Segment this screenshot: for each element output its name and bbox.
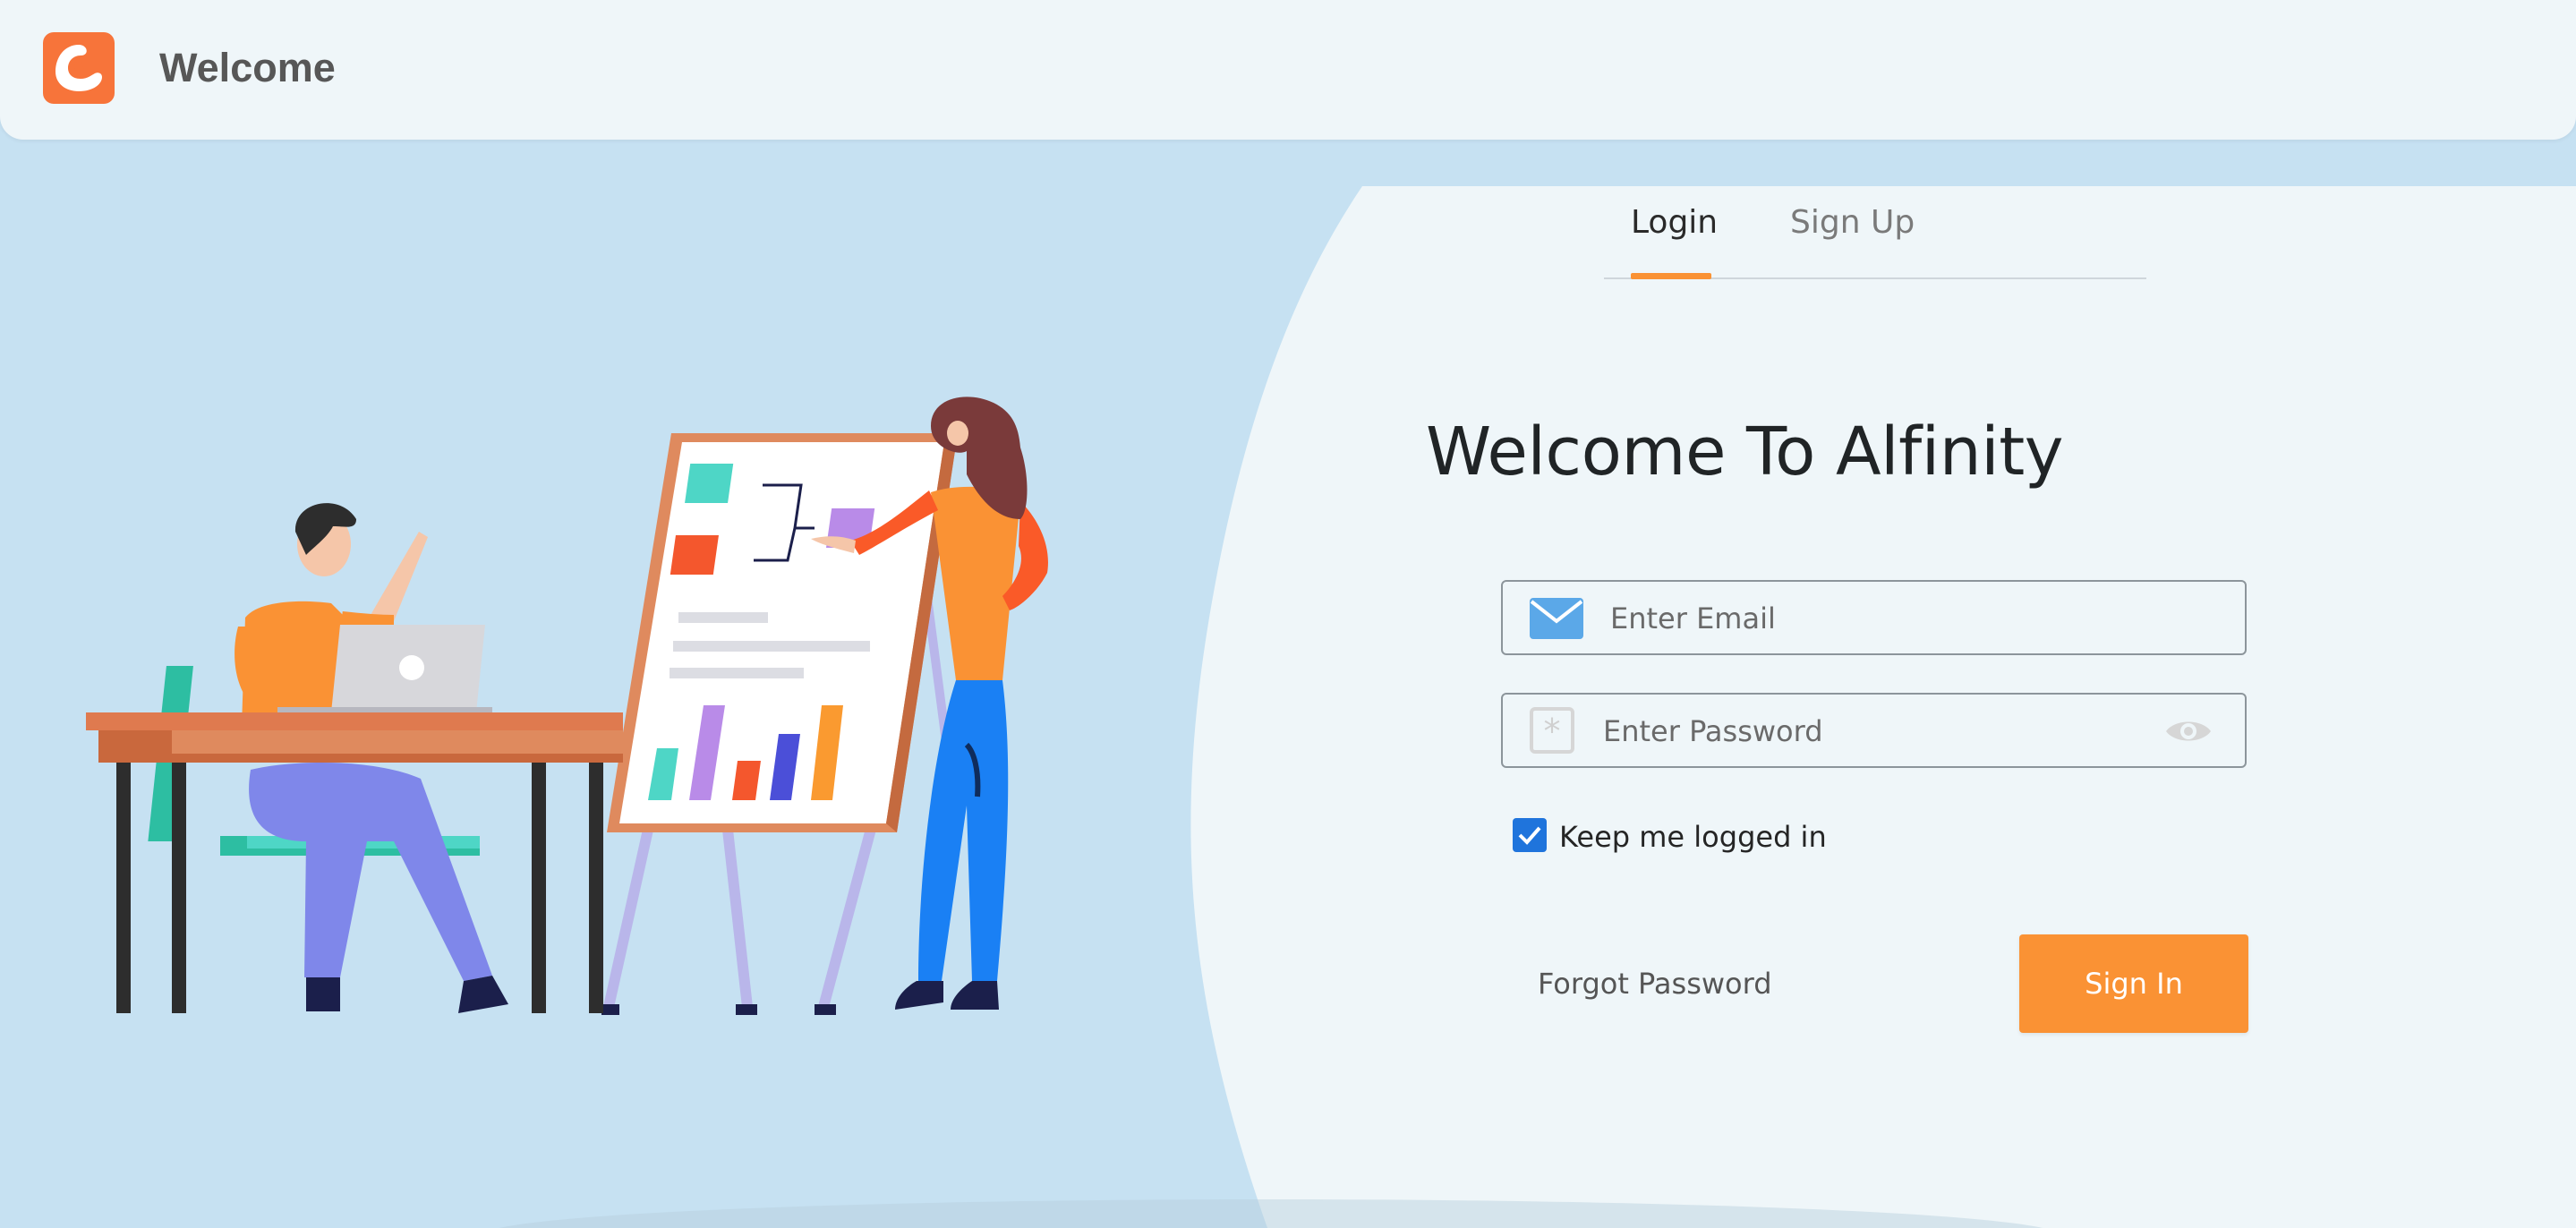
keep-logged-in-label: Keep me logged in bbox=[1559, 820, 1827, 854]
email-field bbox=[1501, 580, 2247, 655]
sign-in-button[interactable]: Sign In bbox=[2019, 934, 2248, 1033]
svg-text:*: * bbox=[1544, 712, 1561, 751]
checkmark-icon bbox=[1518, 826, 1541, 845]
auth-tabs: Login Sign Up bbox=[1604, 197, 2146, 279]
welcome-heading: Welcome To Alfinity bbox=[1426, 414, 2064, 490]
email-input[interactable] bbox=[1608, 593, 2113, 644]
alfinity-logo-icon[interactable] bbox=[43, 32, 115, 104]
tab-sign-up[interactable]: Sign Up bbox=[1790, 204, 1915, 241]
password-field: * bbox=[1501, 693, 2247, 768]
keep-logged-in-checkbox[interactable] bbox=[1513, 818, 1547, 852]
forgot-password-link[interactable]: Forgot Password bbox=[1538, 967, 1772, 1001]
team-presentation-illustration bbox=[86, 397, 1048, 1015]
tab-login[interactable]: Login bbox=[1631, 204, 1718, 241]
page-title: Welcome bbox=[159, 45, 336, 90]
man-at-desk bbox=[86, 503, 623, 1013]
top-bar: Welcome bbox=[0, 0, 2576, 140]
mail-icon bbox=[1530, 598, 1583, 639]
active-tab-indicator bbox=[1631, 273, 1711, 279]
eye-icon[interactable] bbox=[2164, 716, 2213, 746]
asterisk-icon: * bbox=[1530, 707, 1574, 754]
password-input[interactable] bbox=[1601, 705, 2106, 757]
